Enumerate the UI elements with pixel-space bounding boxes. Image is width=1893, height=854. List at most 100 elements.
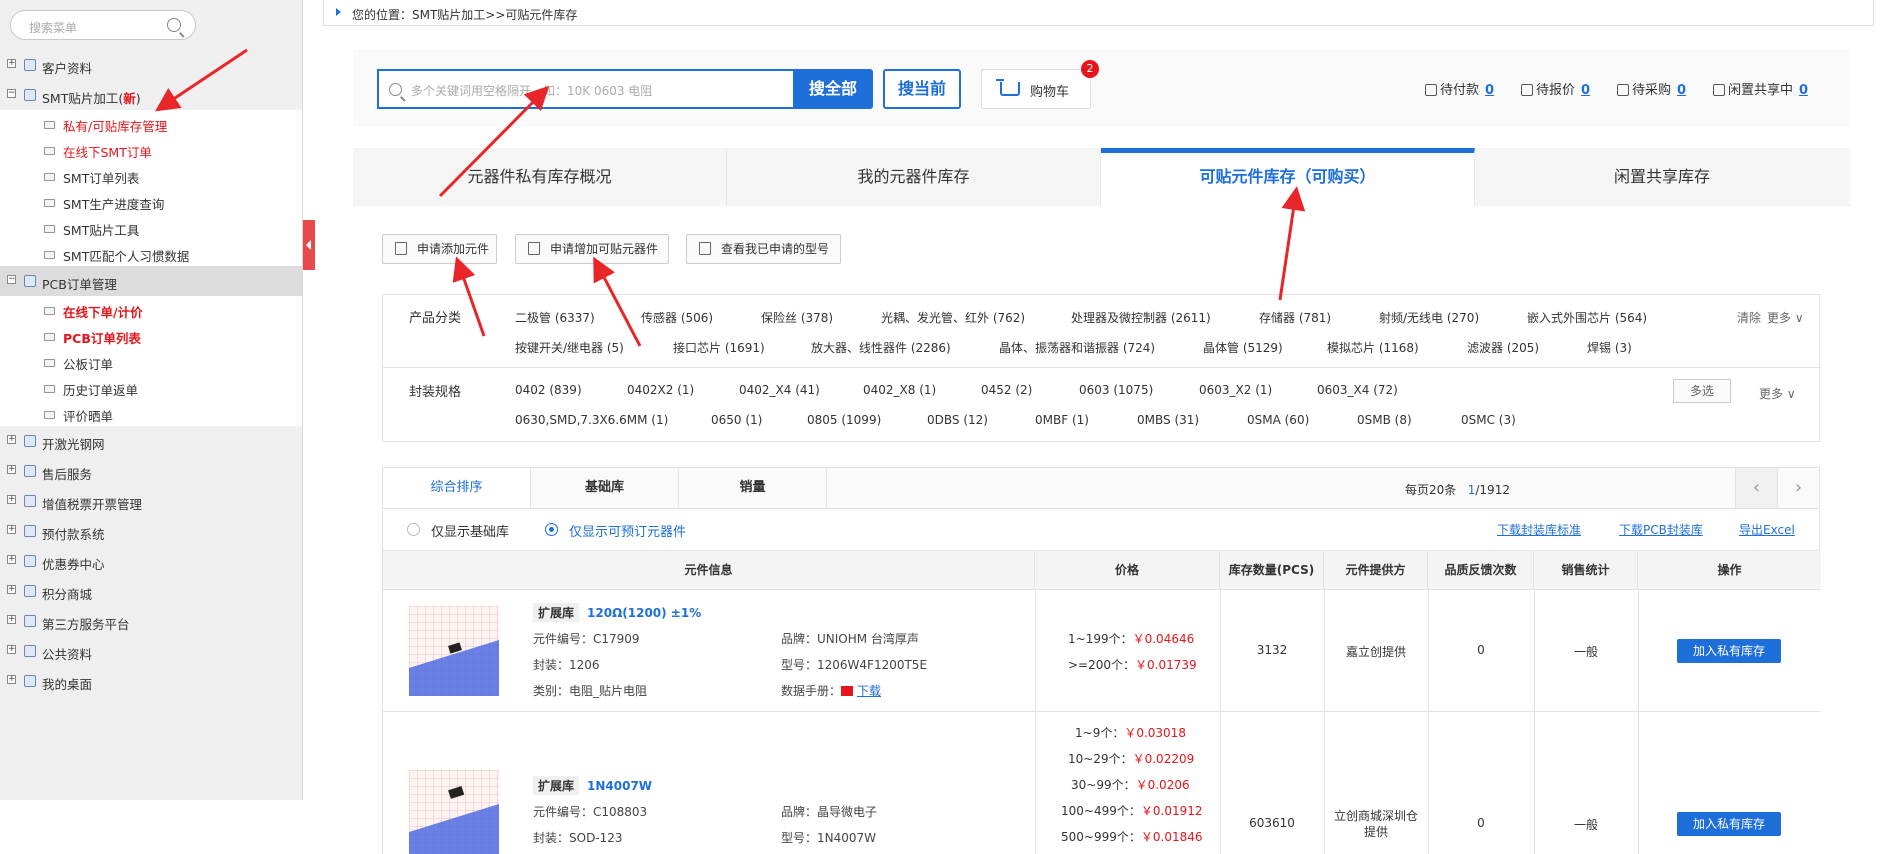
category-option[interactable]: 放大器、线性器件 (2286) [811,339,951,356]
collapse-icon[interactable]: − [7,275,16,284]
category-option[interactable]: 存储器 (781) [1259,309,1331,326]
multi-select-button[interactable]: 多选 [1673,379,1731,403]
sort-tab-sales[interactable]: 销量 [679,468,827,508]
package-option[interactable]: 0603 (1075) [1079,383,1153,397]
sidebar-item-private-stock[interactable]: 私有/可贴库存管理 [0,110,302,136]
sidebar-item-smt-progress[interactable]: SMT生产进度查询 [0,188,302,214]
part-name-link[interactable]: 1N4007W [587,779,652,793]
sidebar-item-pcb-list[interactable]: PCB订单列表 [0,322,302,348]
search-icon[interactable] [167,18,181,32]
category-option[interactable]: 模拟芯片 (1168) [1327,339,1419,356]
sidebar-item-smt-order[interactable]: 在线下SMT订单 [0,136,302,162]
sidebar-item-pcb-review[interactable]: 评价晒单 [0,400,302,426]
package-option[interactable]: 0402 (839) [515,383,582,397]
download-footprint-standard-link[interactable]: 下载封装库标准 [1497,521,1581,538]
download-pcb-footprint-link[interactable]: 下载PCB封装库 [1619,521,1703,538]
package-option[interactable]: 0SMC (3) [1461,413,1516,427]
package-option[interactable]: 0SMB (8) [1357,413,1412,427]
tab-idle-shared[interactable]: 闲置共享库存 [1475,148,1849,206]
stat-pending-purchase[interactable]: 待采购 0 [1617,79,1686,98]
expand-icon[interactable]: + [7,435,16,444]
package-option[interactable]: 0DBS (12) [927,413,988,427]
tab-my-inventory[interactable]: 我的元器件库存 [727,148,1101,206]
category-option[interactable]: 处理器及微控制器 (2611) [1071,309,1211,326]
category-option[interactable]: 二极管 (6337) [515,309,595,326]
export-excel-link[interactable]: 导出Excel [1739,521,1795,538]
menu-group-stencil[interactable]: + 开激光钢网 [0,426,302,456]
more-packages-link[interactable]: 更多 ∨ [1759,385,1796,402]
expand-icon[interactable]: + [7,615,16,624]
package-option[interactable]: 0650 (1) [711,413,762,427]
package-option[interactable]: 0MBF (1) [1035,413,1089,427]
apply-add-part-button[interactable]: 申请添加元件 [382,234,497,264]
menu-group-public[interactable]: + 公共资料 [0,636,302,666]
category-option[interactable]: 按键开关/继电器 (5) [515,339,624,356]
radio-base-only[interactable] [407,523,420,536]
package-option[interactable]: 0402_X8 (1) [863,383,936,397]
expand-icon[interactable]: + [7,645,16,654]
part-name-link[interactable]: 120Ω(1200) ±1% [587,606,701,620]
package-option[interactable]: 0402X2 (1) [627,383,694,397]
expand-icon[interactable]: + [7,555,16,564]
category-option[interactable]: 射频/无线电 (270) [1379,309,1479,326]
stat-idle-sharing[interactable]: 闲置共享中 0 [1713,79,1808,98]
category-option[interactable]: 光耦、发光管、红外 (762) [881,309,1025,326]
radio-bookable-only[interactable] [545,523,558,536]
package-option[interactable]: 0630,SMD,7.3X6.6MM (1) [515,413,668,427]
menu-group-third-party[interactable]: + 第三方服务平台 [0,606,302,636]
search-current-button[interactable]: 搜当前 [883,69,961,109]
expand-icon[interactable]: + [7,675,16,684]
category-option[interactable]: 晶体、振荡器和谐振器 (724) [999,339,1155,356]
sidebar-item-smt-habits[interactable]: SMT匹配个人习惯数据 [0,240,302,266]
menu-group-coupon[interactable]: + 优惠券中心 [0,546,302,576]
package-option[interactable]: 0MBS (31) [1137,413,1199,427]
cart-button[interactable]: 购物车 2 [981,60,1099,109]
package-option[interactable]: 0SMA (60) [1247,413,1309,427]
part-thumbnail[interactable] [409,770,499,854]
next-page-button[interactable]: › [1777,468,1819,508]
clear-filter-link[interactable]: 清除 [1737,309,1761,326]
tab-private-overview[interactable]: 元器件私有库存概况 [353,148,727,206]
collapse-icon[interactable]: − [7,89,16,98]
tab-mountable-stock[interactable]: 可贴元件库存（可购买） [1101,148,1475,206]
menu-group-customer[interactable]: + 客户资料 [0,50,302,80]
sidebar-item-pcb-quote[interactable]: 在线下单/计价 [0,296,302,322]
add-to-private-stock-button[interactable]: 加入私有库存 [1677,639,1781,663]
menu-group-after-sales[interactable]: + 售后服务 [0,456,302,486]
menu-group-prepay[interactable]: + 预付款系统 [0,516,302,546]
sort-tab-composite[interactable]: 综合排序 [383,468,531,508]
category-option[interactable]: 传感器 (506) [641,309,713,326]
stat-pending-quote[interactable]: 待报价 0 [1521,79,1590,98]
more-categories-link[interactable]: 更多 ∨ [1767,309,1804,326]
menu-group-points[interactable]: + 积分商城 [0,576,302,606]
menu-search-input[interactable]: 搜索菜单 [10,10,196,40]
add-to-private-stock-button[interactable]: 加入私有库存 [1677,812,1781,836]
apply-add-mountable-button[interactable]: 申请增加可贴元器件 [515,234,669,264]
expand-icon[interactable]: + [7,495,16,504]
category-option[interactable]: 嵌入式外围芯片 (564) [1527,309,1647,326]
menu-group-smt[interactable]: − SMT贴片加工(新) [0,80,302,110]
search-input[interactable]: 多个关键词用空格隔开，如：10K 0603 电阻 [377,69,793,109]
category-option[interactable]: 焊锡 (3) [1587,339,1632,356]
package-option[interactable]: 0603_X4 (72) [1317,383,1398,397]
part-thumbnail[interactable] [409,606,499,696]
package-option[interactable]: 0603_X2 (1) [1199,383,1272,397]
datasheet-download-link[interactable]: 下载 [857,684,881,698]
package-option[interactable]: 0805 (1099) [807,413,881,427]
category-option[interactable]: 滤波器 (205) [1467,339,1539,356]
view-applied-models-button[interactable]: 查看我已申请的型号 [686,234,841,264]
sidebar-item-pcb-panel[interactable]: 公板订单 [0,348,302,374]
sidebar-item-smt-list[interactable]: SMT订单列表 [0,162,302,188]
menu-group-pcb[interactable]: − PCB订单管理 [0,266,302,296]
package-option[interactable]: 0402_X4 (41) [739,383,820,397]
menu-group-desktop[interactable]: + 我的桌面 [0,666,302,696]
menu-group-invoice[interactable]: + 增值税票开票管理 [0,486,302,516]
prev-page-button[interactable]: ‹ [1735,468,1777,508]
search-all-button[interactable]: 搜全部 [793,69,873,109]
expand-icon[interactable]: + [7,525,16,534]
sort-tab-base[interactable]: 基础库 [531,468,679,508]
category-option[interactable]: 晶体管 (5129) [1203,339,1283,356]
category-option[interactable]: 接口芯片 (1691) [673,339,765,356]
sidebar-item-smt-tools[interactable]: SMT贴片工具 [0,214,302,240]
expand-icon[interactable]: + [7,585,16,594]
